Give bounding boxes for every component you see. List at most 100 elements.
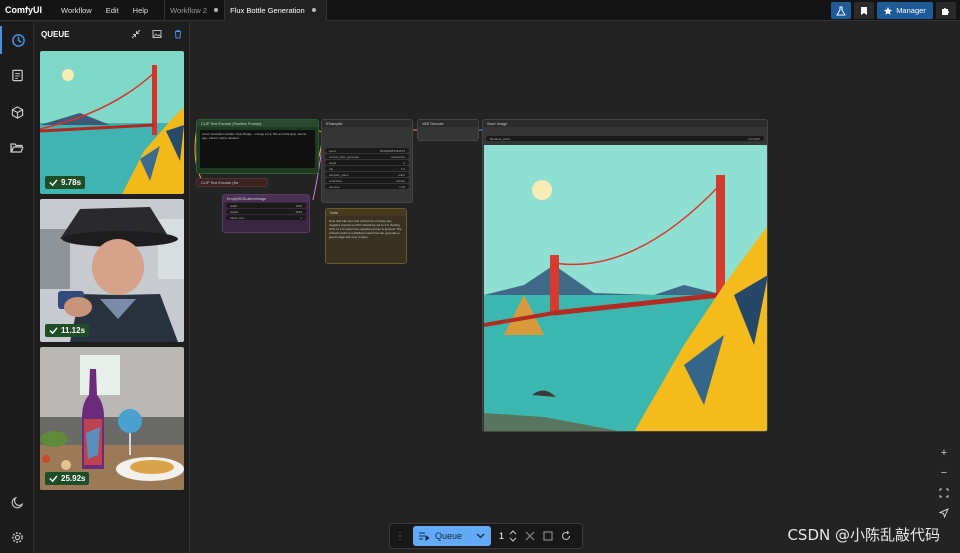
fit-view-button[interactable] bbox=[934, 486, 954, 500]
extensions-button[interactable] bbox=[936, 2, 956, 19]
gear-icon bbox=[11, 531, 23, 543]
widget-control-after-generate[interactable]: control_after_generate randomize bbox=[325, 154, 409, 159]
puzzle-icon bbox=[942, 7, 949, 15]
queue-item-time: 9.78s bbox=[61, 178, 82, 187]
graph-canvas[interactable]: CLIP Text Encode (Positive Prompt) vecto… bbox=[191, 22, 960, 553]
menu-edit[interactable]: Edit bbox=[99, 0, 126, 21]
collapse-icon[interactable] bbox=[131, 29, 141, 39]
drag-handle-icon[interactable]: ⋮ bbox=[395, 531, 405, 542]
stepper-arrows-icon[interactable] bbox=[509, 529, 517, 543]
zoom-out-button[interactable]: − bbox=[934, 466, 954, 480]
node-note[interactable]: Note Note that Flux dev and schnell do n… bbox=[325, 208, 407, 264]
node-vae-decode[interactable]: VAE Decode bbox=[417, 119, 479, 141]
checkmark-icon bbox=[49, 179, 58, 187]
queue-title: QUEUE bbox=[41, 29, 70, 39]
widget-filename-prefix[interactable]: filename_prefix ComfyUI bbox=[486, 136, 764, 141]
flask-icon bbox=[836, 6, 846, 15]
model-library-button[interactable] bbox=[0, 98, 34, 126]
queue-item-time: 25.92s bbox=[61, 474, 86, 483]
manager-label: Manager bbox=[896, 6, 926, 15]
widget-seed[interactable]: seed 834948087182574 bbox=[325, 148, 409, 153]
widget-denoise[interactable]: denoise 1.00 bbox=[325, 184, 409, 189]
portrait-thumbnail bbox=[40, 199, 184, 342]
trash-icon[interactable] bbox=[173, 29, 183, 39]
folder-open-icon bbox=[10, 143, 24, 153]
queue-panel: QUEUE 9.78s 11.12s 25.92s bbox=[35, 22, 190, 553]
widget-value: 834948087182574 bbox=[379, 148, 405, 153]
refresh-icon[interactable] bbox=[561, 531, 571, 541]
top-right-actions: Manager bbox=[831, 0, 960, 21]
widget-label: cfg bbox=[329, 166, 334, 171]
minus-icon: − bbox=[940, 467, 948, 479]
widget-label: height bbox=[230, 209, 239, 214]
node-empty-latent-image[interactable]: EmptySD3LatentImage width 1024 height 1024… bbox=[222, 194, 310, 233]
tab-workflow-2[interactable]: Workflow 2 bbox=[164, 0, 224, 21]
stop-icon[interactable] bbox=[543, 531, 553, 541]
widget-sampler-name[interactable]: sampler_name euler bbox=[325, 172, 409, 177]
close-icon[interactable] bbox=[525, 531, 535, 541]
pan-mode-button[interactable] bbox=[934, 506, 954, 520]
widget-value: 1024 bbox=[295, 209, 302, 214]
prompt-textarea[interactable]: vector illustration Golden Gate Bridge -… bbox=[200, 130, 315, 168]
queue-button[interactable]: Queue bbox=[413, 526, 491, 546]
widget-label: batch_size bbox=[230, 215, 245, 220]
app-logo: ComfyUI bbox=[5, 5, 43, 15]
widget-height[interactable]: height 1024 bbox=[226, 209, 306, 214]
widget-cfg[interactable]: cfg 1.0 bbox=[325, 166, 409, 171]
widget-scheduler[interactable]: scheduler simple bbox=[325, 178, 409, 183]
manager-button[interactable]: Manager bbox=[877, 2, 933, 19]
settings-button[interactable] bbox=[0, 523, 34, 551]
widget-value: 4 bbox=[403, 160, 405, 165]
widget-label: scheduler bbox=[329, 178, 343, 183]
menu-workflow[interactable]: Workflow bbox=[54, 0, 99, 21]
menu-help[interactable]: Help bbox=[126, 0, 155, 21]
node-title: CLIP Text Encode (Ne bbox=[201, 180, 239, 185]
widget-label: denoise bbox=[329, 184, 340, 189]
node-title: Note bbox=[326, 209, 406, 216]
widget-value: 1.00 bbox=[399, 184, 405, 189]
widget-label: seed bbox=[329, 148, 336, 153]
queue-item[interactable]: 9.78s bbox=[40, 51, 184, 194]
queue-history-button[interactable] bbox=[0, 26, 34, 54]
node-clip-text-encode-negative[interactable]: CLIP Text Encode (Ne bbox=[196, 178, 268, 187]
node-title: CLIP Text Encode (Positive Prompt) bbox=[197, 120, 318, 127]
comfy-registry-button[interactable] bbox=[831, 2, 851, 19]
cube-icon bbox=[11, 105, 23, 119]
widget-value: 1024 bbox=[295, 203, 302, 208]
tab-label: Flux Bottle Generation bbox=[230, 5, 305, 15]
node-save-image[interactable]: Save Image filename_prefix ComfyUI bbox=[482, 119, 768, 432]
widget-value: 1.0 bbox=[400, 166, 405, 171]
star-icon bbox=[884, 6, 893, 15]
queue-item-time: 11.12s bbox=[61, 326, 86, 335]
node-library-button[interactable] bbox=[0, 61, 34, 89]
queue-item[interactable]: 11.12s bbox=[40, 199, 184, 342]
node-title: KSampler bbox=[322, 120, 412, 127]
image-gallery-icon[interactable] bbox=[152, 29, 162, 39]
unsaved-dot-icon bbox=[311, 8, 316, 12]
bookmark-button[interactable] bbox=[854, 2, 874, 19]
widget-steps[interactable]: steps 4 bbox=[325, 160, 409, 165]
widget-width[interactable]: width 1024 bbox=[226, 203, 306, 208]
queue-button-label: Queue bbox=[435, 531, 463, 541]
batch-count-stepper[interactable]: 1 bbox=[499, 529, 517, 543]
theme-toggle-button[interactable] bbox=[0, 488, 34, 516]
note-text[interactable]: Note that Flux dev and schnell do not ha… bbox=[329, 219, 403, 261]
bookmark-icon bbox=[861, 6, 867, 15]
queue-item[interactable]: 25.92s bbox=[40, 347, 184, 490]
node-ksampler[interactable]: KSampler seed 834948087182574 control_aft… bbox=[321, 119, 413, 203]
canvas-zoom-controls: + − bbox=[932, 446, 956, 520]
cursor-icon bbox=[939, 508, 949, 518]
moon-icon bbox=[11, 496, 23, 508]
widget-label: sampler_name bbox=[329, 172, 349, 177]
workflows-button[interactable] bbox=[0, 134, 34, 162]
widget-batch-size[interactable]: batch_size 1 bbox=[226, 215, 306, 220]
queue-header: QUEUE bbox=[35, 22, 189, 46]
bridge-thumbnail bbox=[40, 51, 184, 194]
node-clip-text-encode-positive[interactable]: CLIP Text Encode (Positive Prompt) vecto… bbox=[196, 119, 319, 174]
chevron-down-icon[interactable] bbox=[476, 533, 485, 539]
widget-label: width bbox=[230, 203, 238, 208]
tab-flux-bottle-generation[interactable]: Flux Bottle Generation bbox=[224, 0, 328, 21]
zoom-in-button[interactable]: + bbox=[934, 446, 954, 460]
top-bar: ComfyUI Workflow Edit Help Workflow 2 Fl… bbox=[0, 0, 960, 21]
node-title: EmptySD3LatentImage bbox=[223, 195, 309, 202]
